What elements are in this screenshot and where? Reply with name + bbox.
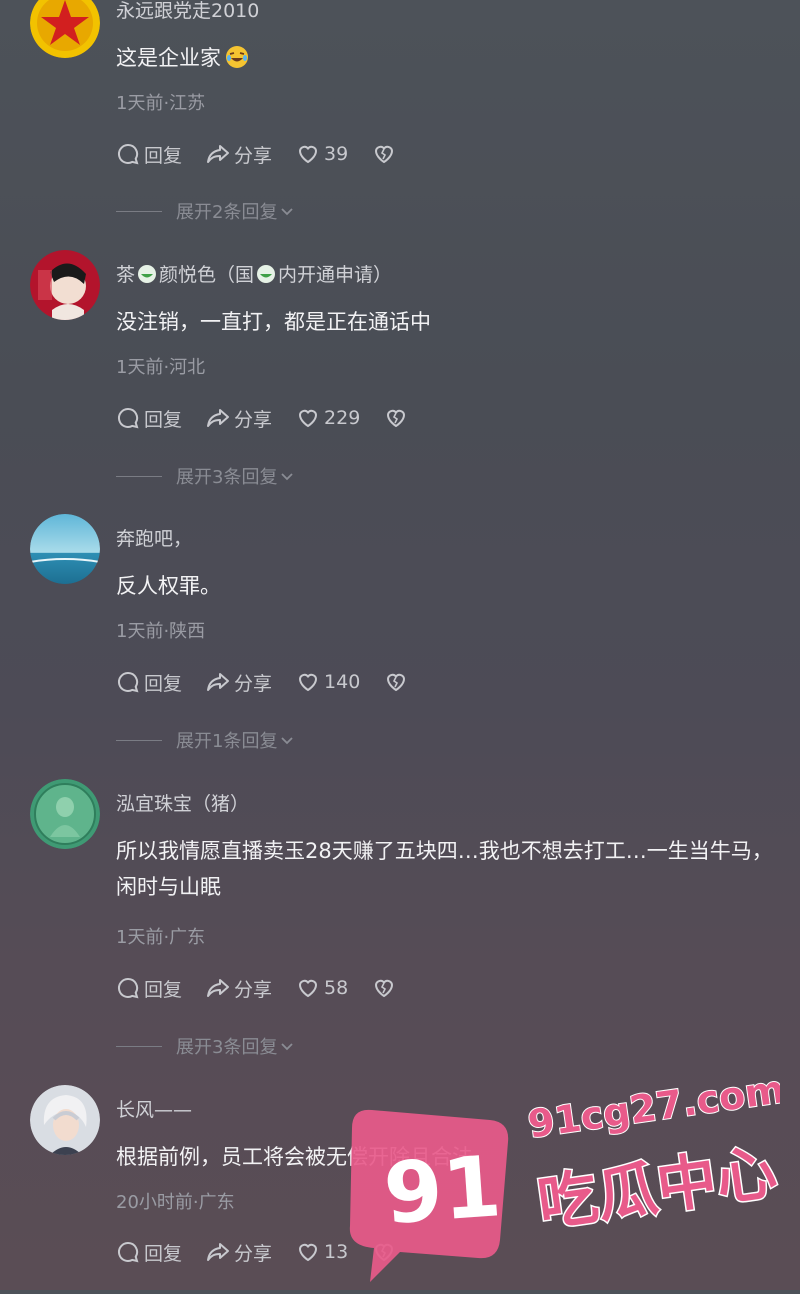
laughing-emoji-icon	[226, 46, 248, 68]
like-count: 140	[324, 671, 361, 693]
like-count: 229	[324, 407, 361, 429]
reply-label: 回复	[144, 1242, 183, 1265]
expand-replies-button[interactable]: 展开1条回复	[116, 727, 295, 753]
heart-icon	[299, 1243, 318, 1262]
comment-author[interactable]: 奔跑吧，	[116, 524, 192, 551]
chevron-down-icon	[281, 737, 294, 745]
comment-meta: 20小时前·广东	[116, 1192, 235, 1213]
comment-meta: 1天前·河北	[116, 357, 206, 378]
comment-author[interactable]: 永远跟党走2010	[116, 0, 259, 23]
comment-actions: 回复 分享 140	[116, 667, 436, 697]
like-count: 39	[324, 143, 349, 165]
share-label: 分享	[234, 1242, 273, 1265]
reply-button[interactable]: 回复	[116, 669, 182, 696]
share-label: 分享	[234, 978, 273, 1001]
comment-meta: 1天前·江苏	[116, 93, 206, 114]
divider-line	[116, 475, 162, 477]
comment-bubble-icon	[117, 671, 139, 693]
like-button[interactable]: 58	[296, 976, 348, 1000]
comment-text: 反人权罪。	[116, 574, 221, 598]
comment-bubble-icon	[117, 1241, 139, 1263]
heart-icon	[299, 409, 318, 428]
expand-replies-button[interactable]: 展开3条回复	[116, 463, 295, 489]
expand-label: 展开3条回复	[176, 467, 278, 488]
share-label: 分享	[234, 672, 273, 695]
chevron-down-icon	[281, 473, 294, 481]
comment-bubble-icon	[117, 407, 139, 429]
comment-text: 这是企业家	[116, 40, 776, 76]
comment-text: 没注销，一直打，都是正在通话中	[116, 310, 431, 334]
avatar[interactable]	[30, 250, 100, 320]
reply-label: 回复	[144, 408, 183, 431]
share-arrow-icon	[207, 673, 230, 691]
share-arrow-icon	[207, 409, 230, 427]
like-button[interactable]: 229	[296, 406, 360, 430]
broken-heart-icon	[387, 409, 406, 428]
tea-cup-icon	[257, 265, 276, 283]
divider-line	[116, 210, 162, 212]
watermark-url: 91cg27.com	[525, 1067, 780, 1147]
reply-button[interactable]: 回复	[116, 1239, 182, 1266]
comment-actions: 回复 分享 58	[116, 973, 424, 1003]
expand-label: 展开1条回复	[176, 731, 278, 752]
dislike-button[interactable]	[384, 406, 412, 430]
expand-replies-button[interactable]: 展开3条回复	[116, 1033, 295, 1059]
share-button[interactable]: 分享	[206, 405, 272, 432]
like-button[interactable]: 140	[296, 670, 360, 694]
comment-author[interactable]: 泓宜珠宝（猪）	[116, 789, 249, 816]
share-button[interactable]: 分享	[206, 141, 272, 168]
comment-author[interactable]: 茶颜悦色（国 内开通申请）	[116, 260, 392, 287]
dislike-button[interactable]	[384, 670, 412, 694]
heart-icon	[299, 979, 318, 998]
dislike-button[interactable]	[372, 976, 400, 1000]
like-button[interactable]: 39	[296, 142, 348, 166]
watermark-logo: 91 91cg27.com 吃瓜中心	[349, 1066, 788, 1282]
reply-label: 回复	[144, 978, 183, 1001]
broken-heart-icon	[375, 145, 394, 164]
divider-line	[116, 1045, 162, 1047]
comment-actions: 回复 分享 39	[116, 139, 424, 169]
share-arrow-icon	[207, 1243, 230, 1261]
watermark: 91 91cg27.com 吃瓜中心	[340, 1040, 788, 1290]
expand-replies-button[interactable]: 展开2条回复	[116, 198, 295, 224]
heart-icon	[299, 145, 318, 164]
like-count: 58	[324, 977, 349, 999]
reply-button[interactable]: 回复	[116, 975, 182, 1002]
reply-button[interactable]: 回复	[116, 405, 182, 432]
chevron-down-icon	[281, 208, 294, 216]
share-button[interactable]: 分享	[206, 1239, 272, 1266]
comment-bubble-icon	[117, 143, 139, 165]
reply-label: 回复	[144, 672, 183, 695]
reply-button[interactable]: 回复	[116, 141, 182, 168]
broken-heart-icon	[375, 979, 394, 998]
reply-label: 回复	[144, 144, 183, 167]
avatar[interactable]	[30, 0, 100, 58]
avatar[interactable]	[30, 779, 100, 849]
watermark-number: 91	[381, 1137, 504, 1243]
comment-meta: 1天前·陕西	[116, 621, 206, 642]
share-button[interactable]: 分享	[206, 669, 272, 696]
share-arrow-icon	[207, 145, 230, 163]
comment-meta: 1天前·广东	[116, 927, 206, 948]
comment-author[interactable]: 长风——	[116, 1095, 192, 1122]
tea-cup-icon	[138, 265, 157, 283]
comment-text: 所以我情愿直播卖玉28天赚了五块四…我也不想去打工…一生当牛马，闲时与山眠	[116, 839, 773, 899]
expand-label: 展开2条回复	[176, 202, 278, 223]
comment-actions: 回复 分享 229	[116, 403, 436, 433]
share-button[interactable]: 分享	[206, 975, 272, 1002]
broken-heart-icon	[387, 673, 406, 692]
share-label: 分享	[234, 144, 273, 167]
dislike-button[interactable]	[372, 142, 400, 166]
heart-icon	[299, 673, 318, 692]
share-arrow-icon	[207, 979, 230, 997]
divider-line	[116, 739, 162, 741]
expand-label: 展开3条回复	[176, 1037, 278, 1058]
watermark-title: 吃瓜中心	[533, 1137, 780, 1240]
share-label: 分享	[234, 408, 273, 431]
avatar[interactable]	[30, 514, 100, 584]
chevron-down-icon	[281, 1043, 294, 1051]
comment-bubble-icon	[117, 977, 139, 999]
avatar[interactable]	[30, 1085, 100, 1155]
